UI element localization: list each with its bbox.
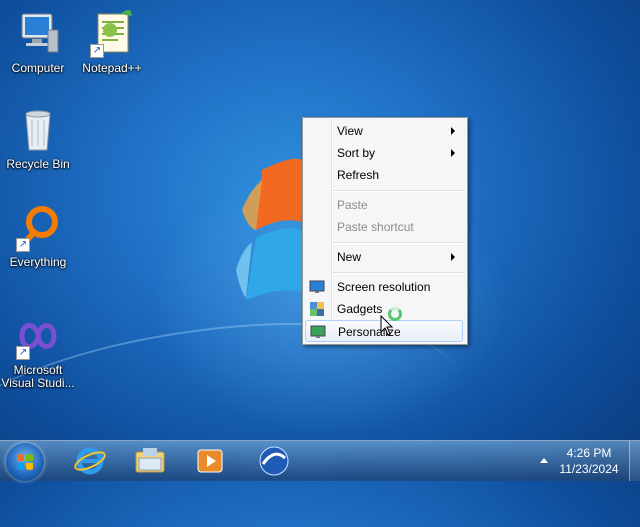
desktop-icon-computer[interactable]: Computer bbox=[0, 10, 76, 75]
menu-item-label: View bbox=[337, 124, 363, 138]
desktop-icon-recycle-bin[interactable]: Recycle Bin bbox=[0, 106, 76, 171]
desktop-icon-label: Computer bbox=[11, 61, 65, 75]
desktop-icon-label: Recycle Bin bbox=[6, 157, 70, 171]
mouse-pointer-icon bbox=[380, 315, 394, 336]
menu-item-sort-by[interactable]: Sort by bbox=[305, 142, 463, 164]
show-desktop-button[interactable] bbox=[629, 441, 640, 481]
menu-item-label: Gadgets bbox=[337, 302, 383, 316]
desktop-icon-label: Everything bbox=[9, 255, 67, 269]
desktop-icon-visual-studio[interactable]: ↗ Microsoft Visual Studi... bbox=[0, 312, 76, 390]
menu-item-view[interactable]: View bbox=[305, 120, 463, 142]
browser-icon bbox=[259, 446, 289, 476]
everything-search-icon: ↗ bbox=[14, 204, 62, 252]
menu-separator bbox=[333, 272, 465, 274]
windows-logo-icon bbox=[17, 454, 33, 470]
desktop-icon-notepadpp[interactable]: ↗ Notepad++ bbox=[74, 8, 150, 75]
menu-item-new[interactable]: New bbox=[305, 246, 463, 268]
personalize-icon bbox=[310, 325, 326, 338]
taskbar-file-explorer[interactable] bbox=[124, 444, 176, 478]
recycle-bin-icon bbox=[14, 106, 62, 154]
menu-item-refresh[interactable]: Refresh bbox=[305, 164, 463, 186]
show-hidden-icons-button[interactable] bbox=[540, 458, 548, 463]
menu-item-paste[interactable]: Paste bbox=[305, 194, 463, 216]
visual-studio-icon: ↗ bbox=[14, 312, 62, 360]
internet-explorer-icon bbox=[74, 447, 106, 475]
taskbar: 4:26 PM 11/23/2024 bbox=[0, 440, 640, 481]
desktop-icon-everything[interactable]: ↗ Everything bbox=[0, 204, 76, 269]
taskbar-browser[interactable] bbox=[248, 444, 300, 478]
file-explorer-icon bbox=[135, 448, 165, 473]
submenu-arrow-icon bbox=[451, 149, 455, 157]
screen-resolution-icon bbox=[309, 280, 325, 293]
media-player-icon bbox=[197, 449, 223, 473]
shortcut-arrow-icon: ↗ bbox=[90, 44, 104, 58]
desktop-context-menu: View Sort by Refresh Paste Paste shortcu… bbox=[302, 117, 468, 345]
clock-time: 4:26 PM bbox=[566, 446, 612, 460]
menu-item-label: Refresh bbox=[337, 168, 380, 182]
desktop-icon-label: Notepad++ bbox=[82, 61, 142, 75]
shortcut-arrow-icon: ↗ bbox=[16, 346, 30, 360]
menu-item-paste-shortcut[interactable]: Paste shortcut bbox=[305, 216, 463, 238]
menu-separator bbox=[333, 190, 465, 192]
shortcut-arrow-icon: ↗ bbox=[16, 238, 30, 252]
taskbar-media-player[interactable] bbox=[184, 444, 236, 478]
menu-item-label: Paste bbox=[337, 198, 368, 212]
submenu-arrow-icon bbox=[451, 253, 455, 261]
menu-item-label: Screen resolution bbox=[337, 280, 431, 294]
start-button[interactable] bbox=[6, 443, 44, 481]
notepadpp-icon: ↗ bbox=[88, 8, 136, 58]
taskbar-internet-explorer[interactable] bbox=[64, 444, 116, 478]
taskbar-clock[interactable]: 4:26 PM 11/23/2024 bbox=[552, 445, 626, 477]
submenu-arrow-icon bbox=[451, 127, 455, 135]
menu-item-label: Sort by bbox=[337, 146, 376, 160]
gadgets-icon bbox=[310, 302, 324, 316]
menu-item-label: Paste shortcut bbox=[337, 220, 414, 234]
menu-item-label: New bbox=[337, 250, 362, 264]
computer-icon bbox=[14, 10, 62, 58]
clock-date: 11/23/2024 bbox=[559, 462, 619, 476]
menu-item-screen-resolution[interactable]: Screen resolution bbox=[305, 276, 463, 298]
menu-separator bbox=[333, 242, 465, 244]
desktop-icon-label: Microsoft Visual Studi... bbox=[1, 363, 75, 390]
